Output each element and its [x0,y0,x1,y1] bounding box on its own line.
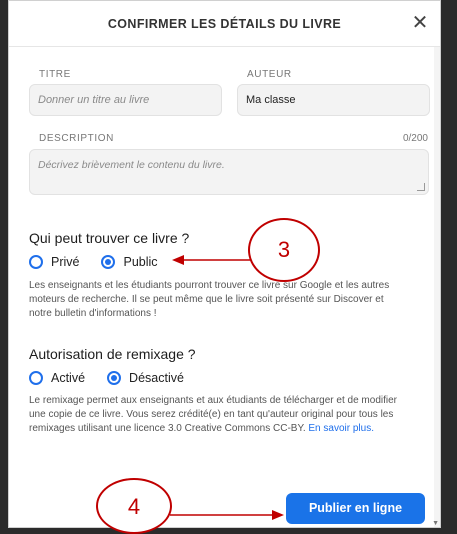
radio-unchecked-icon[interactable] [29,255,43,269]
remix-radio-group: Activé Désactivé [29,371,206,385]
remix-heading: Autorisation de remixage ? [29,346,196,362]
radio-checked-icon[interactable] [107,371,122,385]
radio-option-active[interactable]: Activé [29,371,85,385]
radio-option-prive[interactable]: Privé [29,255,79,269]
visibility-radio-group: Privé Public [29,255,180,269]
dialog-title: CONFIRMER LES DÉTAILS DU LIVRE [107,17,342,31]
description-label: DESCRIPTION [39,133,114,144]
annotation-step-3: 3 [248,218,320,282]
description-textarea[interactable]: Décrivez brièvement le contenu du livre. [29,149,429,195]
remix-help-text: Le remixage permet aux enseignants et au… [29,394,401,436]
radio-label-public: Public [123,255,158,269]
radio-label-prive: Privé [51,255,80,269]
description-char-count: 0/200 [402,133,428,144]
description-placeholder: Décrivez brièvement le contenu du livre. [38,159,225,171]
dialog-header: CONFIRMER LES DÉTAILS DU LIVRE ✕ [9,1,440,47]
learn-more-link[interactable]: En savoir plus. [308,423,374,434]
author-label: AUTEUR [247,69,292,80]
radio-label-active: Activé [51,371,86,385]
title-label: TITRE [39,69,71,80]
radio-option-desactive[interactable]: Désactivé [107,371,184,385]
radio-checked-icon[interactable] [101,255,116,269]
radio-unchecked-icon[interactable] [29,371,43,385]
scroll-down-arrow-icon[interactable]: ▼ [432,520,439,527]
author-input[interactable]: Ma classe [237,84,430,116]
publish-dialog: CONFIRMER LES DÉTAILS DU LIVRE ✕ TITRE D… [8,0,441,528]
visibility-help-text: Les enseignants et les étudiants pourron… [29,280,390,319]
radio-label-desactive: Désactivé [129,371,184,385]
annotation-step-4: 4 [96,478,172,534]
radio-option-public[interactable]: Public [101,255,158,269]
publish-online-button[interactable]: Publier en ligne [286,493,425,524]
close-icon[interactable]: ✕ [410,13,430,33]
title-input[interactable]: Donner un titre au livre [29,84,222,116]
resize-handle-icon[interactable] [417,183,425,191]
scrollbar[interactable]: ▼ [432,47,440,527]
visibility-heading: Qui peut trouver ce livre ? [29,230,190,246]
